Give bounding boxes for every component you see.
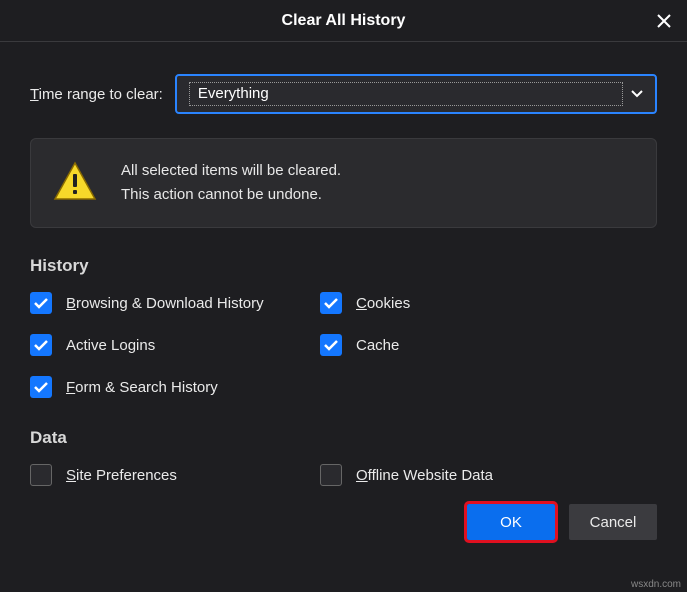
warning-panel: All selected items will be cleared. This…	[30, 138, 657, 228]
time-range-label: Time range to clear:	[30, 86, 163, 103]
dialog-button-row: OK Cancel	[30, 504, 657, 540]
dialog-content: Time range to clear: Everything All se	[0, 42, 687, 560]
checkbox-box	[320, 464, 342, 486]
checkbox-cookies[interactable]: Cookies	[320, 292, 657, 314]
dialog-title: Clear All History	[282, 12, 406, 30]
history-check-grid: Browsing & Download History Cookies Acti…	[30, 292, 657, 398]
clear-history-dialog: Clear All History Time range to clear: E…	[0, 0, 687, 592]
close-button[interactable]	[649, 6, 679, 36]
checkbox-label: Cache	[356, 337, 399, 354]
checkbox-label: Active Logins	[66, 337, 155, 354]
watermark: wsxdn.com	[631, 579, 681, 590]
checkbox-label: Site Preferences	[66, 467, 177, 484]
data-section-header: Data	[30, 428, 657, 448]
time-range-dropdown[interactable]: Everything	[175, 74, 657, 114]
warning-text: All selected items will be cleared. This…	[121, 159, 341, 207]
checkbox-label: Cookies	[356, 295, 410, 312]
checkbox-cache[interactable]: Cache	[320, 334, 657, 356]
data-check-grid: Site Preferences Offline Website Data	[30, 464, 657, 486]
warning-line-2: This action cannot be undone.	[121, 183, 341, 207]
warning-line-1: All selected items will be cleared.	[121, 159, 341, 183]
checkbox-site-preferences[interactable]: Site Preferences	[30, 464, 320, 486]
time-range-row: Time range to clear: Everything	[30, 74, 657, 114]
checkbox-active-logins[interactable]: Active Logins	[30, 334, 320, 356]
checkbox-label: Form & Search History	[66, 379, 218, 396]
checkbox-box	[320, 334, 342, 356]
checkbox-box	[30, 334, 52, 356]
checkbox-form-search-history[interactable]: Form & Search History	[30, 376, 320, 398]
checkbox-box	[30, 464, 52, 486]
titlebar: Clear All History	[0, 0, 687, 42]
checkbox-label: Offline Website Data	[356, 467, 493, 484]
dropdown-focus-ring: Everything	[189, 82, 623, 106]
checkbox-box	[30, 292, 52, 314]
checkbox-offline-website-data[interactable]: Offline Website Data	[320, 464, 657, 486]
checkbox-browsing-download-history[interactable]: Browsing & Download History	[30, 292, 320, 314]
warning-icon	[53, 161, 97, 206]
history-section-header: History	[30, 256, 657, 276]
checkbox-box	[320, 292, 342, 314]
cancel-button[interactable]: Cancel	[569, 504, 657, 540]
dropdown-selected-value: Everything	[198, 85, 269, 102]
checkbox-label: Browsing & Download History	[66, 295, 264, 312]
checkbox-box	[30, 376, 52, 398]
ok-button[interactable]: OK	[467, 504, 555, 540]
chevron-down-icon	[631, 90, 643, 98]
close-icon	[657, 14, 671, 28]
